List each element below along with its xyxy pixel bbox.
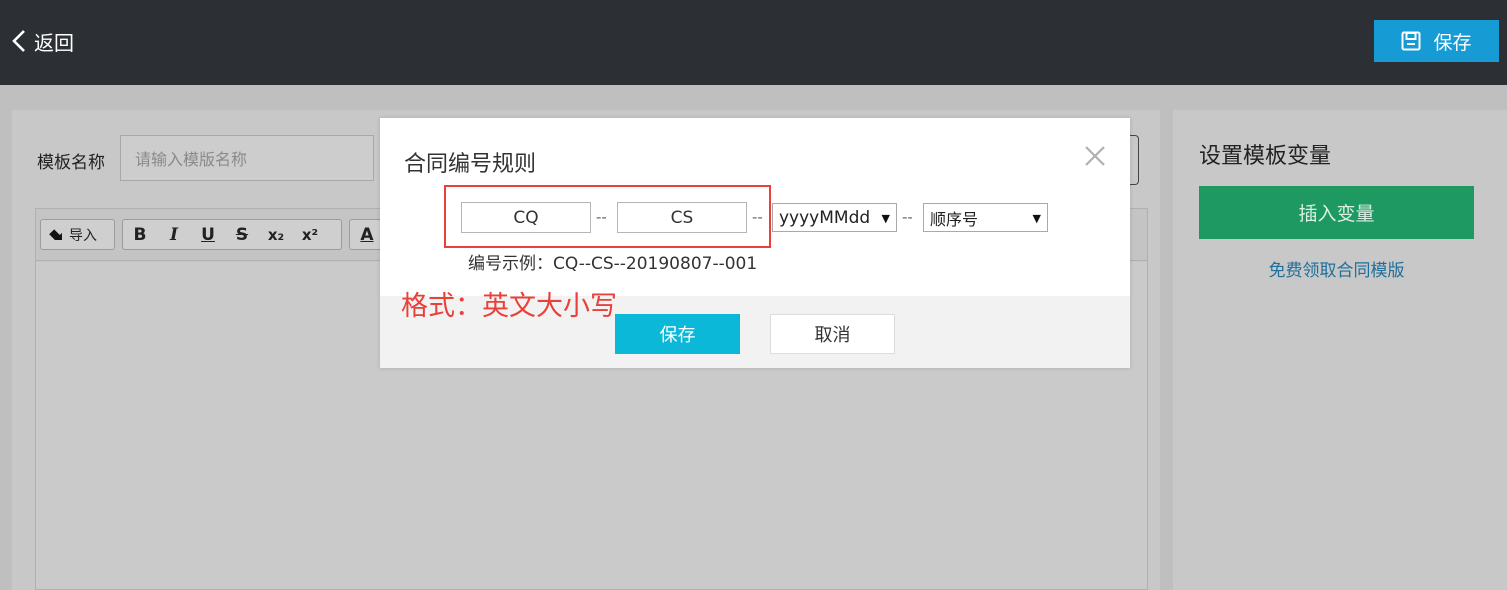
dropdown-arrow-icon: ▼ [881,212,890,225]
superscript-button[interactable]: x² [293,220,327,249]
top-bar: 返回 保存 [0,0,1507,85]
strikethrough-button[interactable]: S [225,220,259,249]
font-color-button[interactable]: A [350,220,384,249]
template-name-input[interactable]: 请输入模版名称 [120,135,374,181]
underline-button[interactable]: U [191,220,225,249]
dialog-cancel-button[interactable]: 取消 [770,314,895,354]
dialog-save-button[interactable]: 保存 [615,314,740,354]
close-icon[interactable] [1082,143,1108,169]
contract-number-rule-dialog: 合同编号规则 CQ -- CS -- yyyyMMdd ▼ -- 顺序号 ▼ 编… [380,118,1130,368]
import-group: 导入 [40,219,115,250]
save-icon [1401,31,1421,51]
import-label: 导入 [69,227,97,244]
bold-button[interactable]: B [123,220,157,249]
italic-button[interactable]: I [157,220,191,249]
insert-variable-button[interactable]: 插入变量 [1199,186,1474,239]
import-button[interactable]: 导入 [41,225,105,245]
back-button[interactable]: 返回 [10,26,74,56]
partial-input-edge [1129,135,1139,185]
dialog-title: 合同编号规则 [404,152,537,177]
annotation-note: 格式：英文大小写 [401,291,617,322]
dropdown-arrow-icon: ▼ [1032,212,1041,225]
variables-title: 设置模板变量 [1199,144,1332,169]
date-format-value: yyyyMMdd [779,207,871,228]
annotation-highlight-box [444,185,771,248]
back-label: 返回 [34,30,74,55]
chevron-left-icon [12,30,25,52]
sequence-select[interactable]: 顺序号 ▼ [923,203,1048,232]
variables-panel: 设置模板变量 插入变量 免费领取合同模版 [1173,110,1507,590]
import-arrow-icon [49,228,62,240]
free-template-link[interactable]: 免费领取合同模版 [1199,256,1474,281]
date-format-select[interactable]: yyyyMMdd ▼ [772,203,897,232]
subscript-button[interactable]: x₂ [259,220,293,249]
separator-3: -- [902,208,913,226]
sequence-value: 顺序号 [930,209,979,229]
top-save-label: 保存 [1433,31,1472,54]
template-name-label: 模板名称 [37,153,105,173]
format-group: B I U S x₂ x² [122,219,342,250]
number-example: 编号示例：CQ--CS--20190807--001 [468,254,758,274]
top-save-button[interactable]: 保存 [1374,20,1499,62]
